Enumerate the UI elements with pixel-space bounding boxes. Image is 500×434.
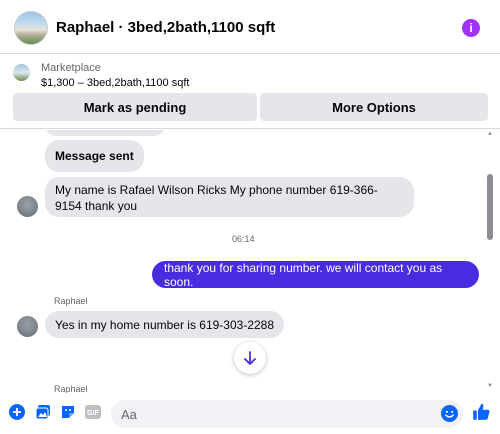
info-icon[interactable]: i: [462, 19, 480, 37]
message-timestamp: 06:14: [232, 234, 255, 244]
jump-to-latest-button[interactable]: [234, 342, 266, 374]
message-bubble[interactable]: My name is Rafael Wilson Ricks My phone …: [45, 177, 414, 217]
svg-text:GIF: GIF: [87, 410, 99, 417]
message-text: My name is Rafael Wilson Ricks My phone …: [55, 183, 378, 213]
scroll-up-arrow[interactable]: ▲: [486, 131, 494, 137]
scrollbar-thumb[interactable]: [487, 174, 493, 240]
photo-icon[interactable]: [35, 404, 51, 420]
thumbs-up-icon[interactable]: [472, 402, 491, 421]
message-text: thank you for sharing number. we will co…: [164, 260, 443, 289]
message-composer: GIF: [0, 393, 500, 434]
message-input[interactable]: [111, 400, 463, 428]
listing-price[interactable]: $1,300 – 3bed,2bath,1100 sqft: [41, 77, 189, 89]
arrow-down-icon: [244, 351, 256, 365]
listing-avatar[interactable]: [14, 11, 48, 45]
message-text: Yes in my home number is 619-303-2288: [55, 317, 275, 332]
marketplace-label: Marketplace: [41, 62, 101, 74]
conversation-header: Raphael · 3bed,2bath,1100 sqft i: [0, 0, 500, 54]
conversation-title[interactable]: Raphael · 3bed,2bath,1100 sqft: [56, 19, 275, 36]
listing-thumbnail[interactable]: [13, 64, 30, 81]
message-bubble[interactable]: Message sent: [45, 140, 144, 172]
message-text: Message sent: [55, 149, 134, 163]
more-options-button[interactable]: More Options: [260, 93, 488, 121]
outgoing-message-bubble[interactable]: thank you for sharing number. we will co…: [152, 260, 479, 289]
mark-as-pending-button[interactable]: Mark as pending: [13, 93, 257, 121]
sender-name: Raphael: [54, 296, 88, 306]
emoji-icon[interactable]: [441, 405, 458, 422]
sender-avatar[interactable]: [17, 196, 38, 217]
scroll-down-arrow[interactable]: ▼: [486, 383, 494, 389]
plus-circle-icon[interactable]: [9, 404, 25, 420]
message-bubble[interactable]: Yes in my home number is 619-303-2288: [45, 311, 285, 338]
message-bubble-partial: [45, 130, 165, 136]
sticker-icon[interactable]: [60, 404, 76, 420]
listing-panel: Marketplace $1,300 – 3bed,2bath,1100 sqf…: [0, 55, 500, 129]
sender-avatar[interactable]: [17, 316, 38, 337]
sender-name: Raphael: [54, 384, 88, 393]
gif-icon[interactable]: GIF: [85, 404, 101, 420]
